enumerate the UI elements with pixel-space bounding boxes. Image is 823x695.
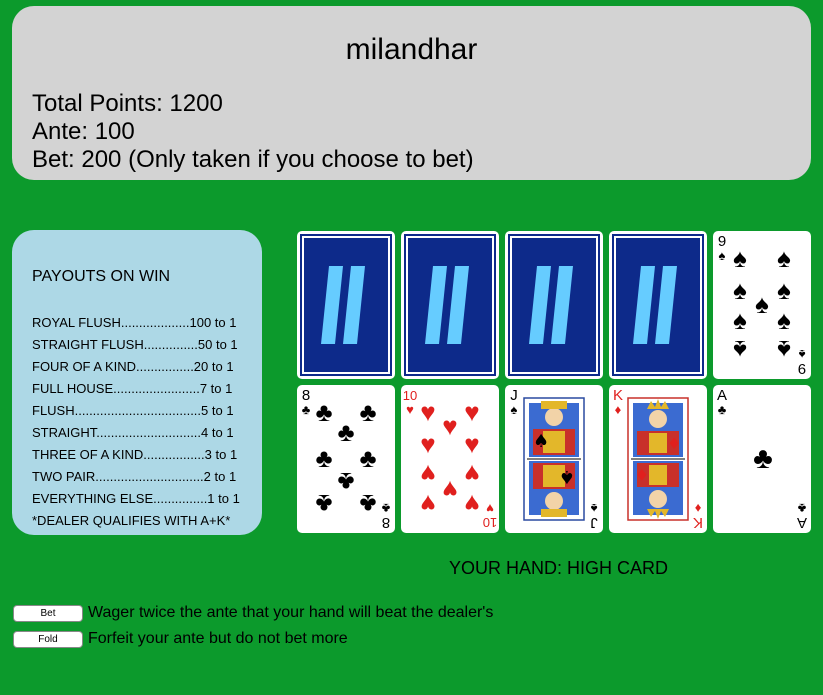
payouts-panel: PAYOUTS ON WIN ROYAL FLUSH..............…	[12, 230, 262, 535]
spade-icon: ♠	[777, 305, 791, 335]
diamond-icon: ♦	[614, 402, 622, 417]
player-info-panel: milandhar Total Points: 1200 Ante: 100 B…	[12, 6, 811, 180]
fold-button[interactable]: Fold	[13, 630, 83, 648]
payout-row: THREE OF A KIND.................3 to 1	[32, 447, 238, 462]
club-icon: ♣	[797, 501, 807, 516]
card-rank: K	[612, 387, 623, 404]
spade-icon: ♠	[590, 501, 598, 516]
svg-text:♦: ♦	[635, 465, 649, 484]
total-points: Total Points: 1200	[32, 90, 223, 117]
player-card-j-spades[interactable]: J ♠ J ♠ ♠ ♠	[505, 385, 603, 533]
player-card-a-clubs[interactable]: A ♣ A ♣ ♣	[713, 385, 811, 533]
card-rank: A	[716, 387, 727, 404]
club-icon: ♣	[315, 443, 333, 473]
card-rank: J	[590, 514, 598, 531]
diamond-icon: ♦	[694, 501, 702, 516]
payout-row: FOUR OF A KIND................20 to 1	[32, 359, 234, 374]
fold-action-row: Fold Forfeit your ante but do not bet mo…	[13, 630, 348, 648]
heart-icon: ♥	[420, 429, 436, 459]
hand-rank-label: YOUR HAND: HIGH CARD	[449, 558, 669, 578]
card-rank: A	[797, 514, 808, 531]
club-icon: ♣	[753, 442, 773, 475]
spade-icon: ♠	[733, 305, 747, 335]
payout-row: STRAIGHT.............................4 t…	[32, 425, 234, 440]
card-rank: J	[510, 387, 518, 404]
payout-row: ROYAL FLUSH...................100 to 1	[32, 315, 237, 330]
player-card-8-clubs[interactable]: 8 ♣ 8 ♣ ♣ ♣ ♣ ♣ ♣ ♣ ♣ ♣	[297, 385, 395, 533]
dealer-qualify-note: *DEALER QUALIFIES WITH A+K*	[32, 513, 231, 528]
fold-description: Forfeit your ante but do not bet more	[88, 630, 348, 647]
king-portrait-icon: ♦ ♦	[627, 397, 689, 521]
heart-icon: ♥	[420, 489, 436, 519]
dealer-card-9-spades: 9 ♠ 9 ♠ ♠ ♠ ♠ ♠ ♠ ♠ ♠ ♠ ♠	[713, 231, 811, 379]
dealer-card-back	[297, 231, 395, 379]
club-icon: ♣	[717, 402, 727, 417]
bet-description: Wager twice the ante that your hand will…	[88, 604, 494, 621]
spade-icon: ♠	[733, 243, 747, 273]
spade-icon: ♠	[510, 402, 518, 417]
heart-icon: ♥	[464, 489, 480, 519]
payout-row: FLUSH...................................…	[32, 403, 234, 418]
bet-amount: Bet: 200 (Only taken if you choose to be…	[32, 146, 474, 173]
svg-text:♠: ♠	[533, 431, 549, 452]
jack-portrait-icon: ♠ ♠	[523, 397, 585, 521]
card-rank: K	[693, 514, 704, 531]
payouts-title: PAYOUTS ON WIN	[32, 268, 171, 285]
card-rank: 9	[797, 360, 807, 377]
card-rank: 10	[482, 515, 498, 530]
player-card-10-hearts[interactable]: 10 ♥ 10 ♥ ♥ ♥ ♥ ♥ ♥ ♥ ♥ ♥ ♥ ♥	[401, 385, 499, 533]
bet-action-row: Bet Wager twice the ante that your hand …	[13, 604, 493, 622]
dealer-card-back	[609, 231, 707, 379]
ante-amount: Ante: 100	[32, 118, 135, 145]
payout-row: TWO PAIR..............................2 …	[32, 469, 237, 484]
dealer-card-back	[401, 231, 499, 379]
payout-row: STRAIGHT FLUSH...............50 to 1	[32, 337, 238, 352]
payout-row: FULL HOUSE........................7 to 1	[32, 381, 233, 396]
club-icon: ♣	[337, 417, 355, 447]
club-icon: ♣	[315, 489, 333, 519]
bet-button[interactable]: Bet	[13, 604, 83, 622]
spade-icon: ♠	[777, 335, 791, 365]
spade-icon: ♠	[777, 243, 791, 273]
club-icon: ♣	[359, 489, 377, 519]
card-rank: 8	[381, 514, 391, 531]
dealer-card-back	[505, 231, 603, 379]
svg-text:♦: ♦	[667, 434, 681, 453]
svg-text:♠: ♠	[559, 466, 575, 487]
heart-icon: ♥	[464, 429, 480, 459]
spade-icon: ♠	[733, 335, 747, 365]
payout-row: EVERYTHING ELSE...............1 to 1	[32, 491, 240, 506]
club-icon: ♣	[359, 443, 377, 473]
player-card-k-diamonds[interactable]: K ♦ K ♦ ♦ ♦	[609, 385, 707, 533]
username: milandhar	[345, 33, 478, 66]
